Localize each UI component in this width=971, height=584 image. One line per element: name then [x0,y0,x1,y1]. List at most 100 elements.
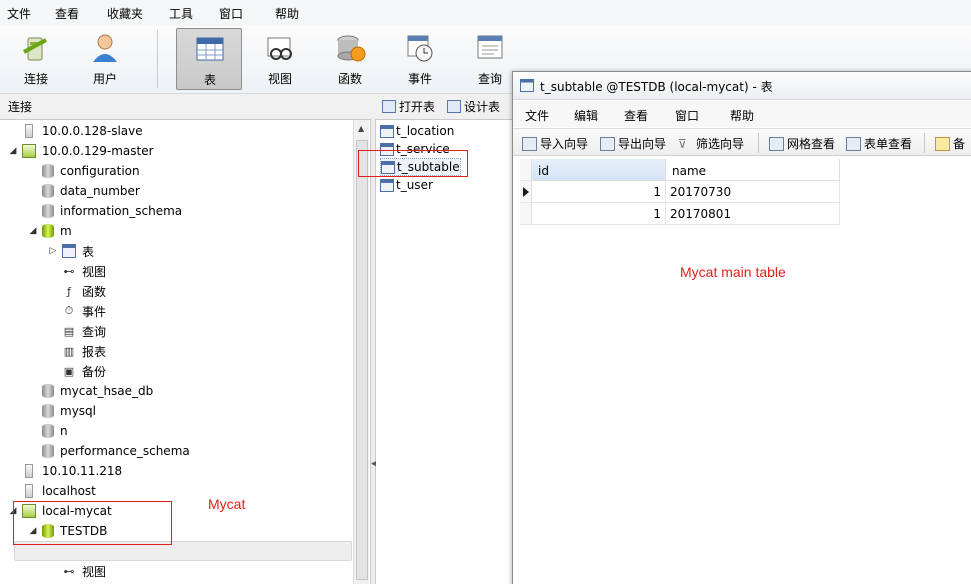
user-icon [93,34,117,62]
menu-tools[interactable]: 工具 [169,5,193,22]
menu-bar: 文件 查看 收藏夹 工具 窗口 帮助 [0,0,971,26]
database-icon [42,164,54,178]
server-open-icon [22,144,36,158]
filter-wizard-button[interactable]: ⊽ 筛选向导 [678,135,744,152]
tree-scrollbar[interactable]: ▲ [353,120,369,584]
window-titlebar[interactable]: t_subtable @TESTDB (local-mycat) - 表 [513,72,971,100]
design-table-icon [447,99,461,113]
tree-node[interactable]: ƒ 函数 [48,281,106,301]
tree-node[interactable]: performance_schema [28,441,190,461]
scroll-up-icon[interactable]: ▲ [358,124,364,133]
row-selector[interactable] [520,181,532,203]
window-menu-file[interactable]: 文件 [525,107,549,124]
import-icon [522,136,537,151]
current-row-icon [523,187,529,197]
table-name: t_location [396,124,455,138]
column-header-id[interactable]: id [532,159,666,181]
backup-icon: ▣ [63,364,75,378]
tree-node[interactable]: ⊷ 视图 [48,261,107,281]
design-table-button[interactable]: 设计表 [447,97,500,115]
menu-file[interactable]: 文件 [7,5,31,22]
open-table-button[interactable]: 打开表 [382,97,435,115]
import-wizard-button[interactable]: 导入向导 [522,135,588,152]
tree-node[interactable]: 10.0.0.128-slave [8,121,143,141]
tree-node-label: information_schema [60,204,183,218]
grid-icon [769,136,784,151]
tree-node[interactable]: ⊷ 视图 [48,561,107,581]
table-list: t_location t_service t_subtable t_user [376,119,516,584]
annotation-mycat: Mycat [208,496,246,512]
row-selector[interactable] [520,203,532,225]
database-icon [42,184,54,198]
grid-view-button[interactable]: 网格查看 [769,135,835,152]
toolbar-separator [157,30,158,88]
table-list-item[interactable]: t_location [380,122,454,140]
tree-node[interactable]: ◢ m [28,221,72,241]
tree-node[interactable]: ◢ 10.0.0.129-master [8,141,154,161]
form-view-button[interactable]: 表单查看 [846,135,912,152]
tree-node[interactable]: localhost [8,481,96,501]
tree-node[interactable]: ▤ 查询 [48,321,106,341]
export-wizard-button[interactable]: 导出向导 [600,135,666,152]
window-toolbar: 导入向导 导出向导 ⊽ 筛选向导 网格查看 表单查看 备 [513,128,971,156]
tree-node-label: 备份 [82,364,107,379]
backup-button[interactable]: 备 [935,135,965,152]
open-table-icon [382,99,396,113]
tree-node-label: performance_schema [60,444,190,458]
expanded-arrow-icon[interactable]: ◢ [28,226,38,236]
expanded-arrow-icon[interactable]: ◢ [8,146,18,156]
tree-node[interactable]: mycat_hsae_db [28,381,153,401]
user-button[interactable]: 用户 [72,28,138,90]
cell-name[interactable]: 20170801 [666,203,840,225]
window-menu-help[interactable]: 帮助 [730,107,754,124]
function-icon [337,35,366,62]
view-button[interactable]: 视图 [247,28,313,90]
tools-separator [924,133,925,153]
tree-node[interactable]: ▥ 报表 [48,341,106,361]
filter-icon: ⊽ [678,136,687,151]
annotation-box-mycat [13,501,172,545]
annotation-main-table: Mycat main table [680,264,786,280]
tree-node-label: n [60,424,68,438]
menu-window[interactable]: 窗口 [219,5,243,22]
cell-id[interactable]: 1 [532,181,666,203]
tree-node[interactable]: configuration [28,161,140,181]
tree-node-label: 事件 [82,304,107,319]
menu-help[interactable]: 帮助 [275,5,299,22]
column-header-name[interactable]: name [666,159,840,181]
tree-node[interactable]: ⏱ 事件 [48,301,106,321]
table-list-item[interactable]: t_user [380,176,433,194]
tree-node-label: configuration [60,164,140,178]
tree-node-label: data_number [60,184,140,198]
table-name: t_user [396,178,433,192]
tools-separator [758,133,759,153]
table-button[interactable]: 表 [176,28,242,90]
event-icon: ⏱ [64,304,74,317]
window-menu-window[interactable]: 窗口 [675,107,699,124]
collapsed-arrow-icon[interactable]: ▷ [48,246,58,256]
event-button[interactable]: 事件 [387,28,453,90]
connection-icon [23,37,47,61]
function-button[interactable]: 函数 [317,28,383,90]
window-menu-edit[interactable]: 编辑 [574,107,598,124]
menu-view[interactable]: 查看 [55,5,79,22]
window-menu-view[interactable]: 查看 [624,107,648,124]
connection-button[interactable]: 连接 [3,28,69,90]
cell-name[interactable]: 20170730 [666,181,840,203]
query-icon: ▤ [63,324,75,338]
tree-node[interactable]: 10.10.11.218 [8,461,122,481]
server-icon [25,484,33,498]
tree-node[interactable]: n [28,421,68,441]
tree-node[interactable]: data_number [28,181,140,201]
query-icon [477,35,503,59]
tree-node[interactable]: ▣ 备份 [48,361,106,381]
table-icon [380,124,394,138]
tree-node[interactable]: ▷表 [48,241,94,261]
function-icon: ƒ [67,284,71,298]
tree-scroll-thumb[interactable] [356,140,368,580]
cell-id[interactable]: 1 [532,203,666,225]
database-icon [42,204,54,218]
tree-node[interactable]: mysql [28,401,96,421]
tree-node[interactable]: information_schema [28,201,182,221]
menu-favorites[interactable]: 收藏夹 [107,5,143,22]
